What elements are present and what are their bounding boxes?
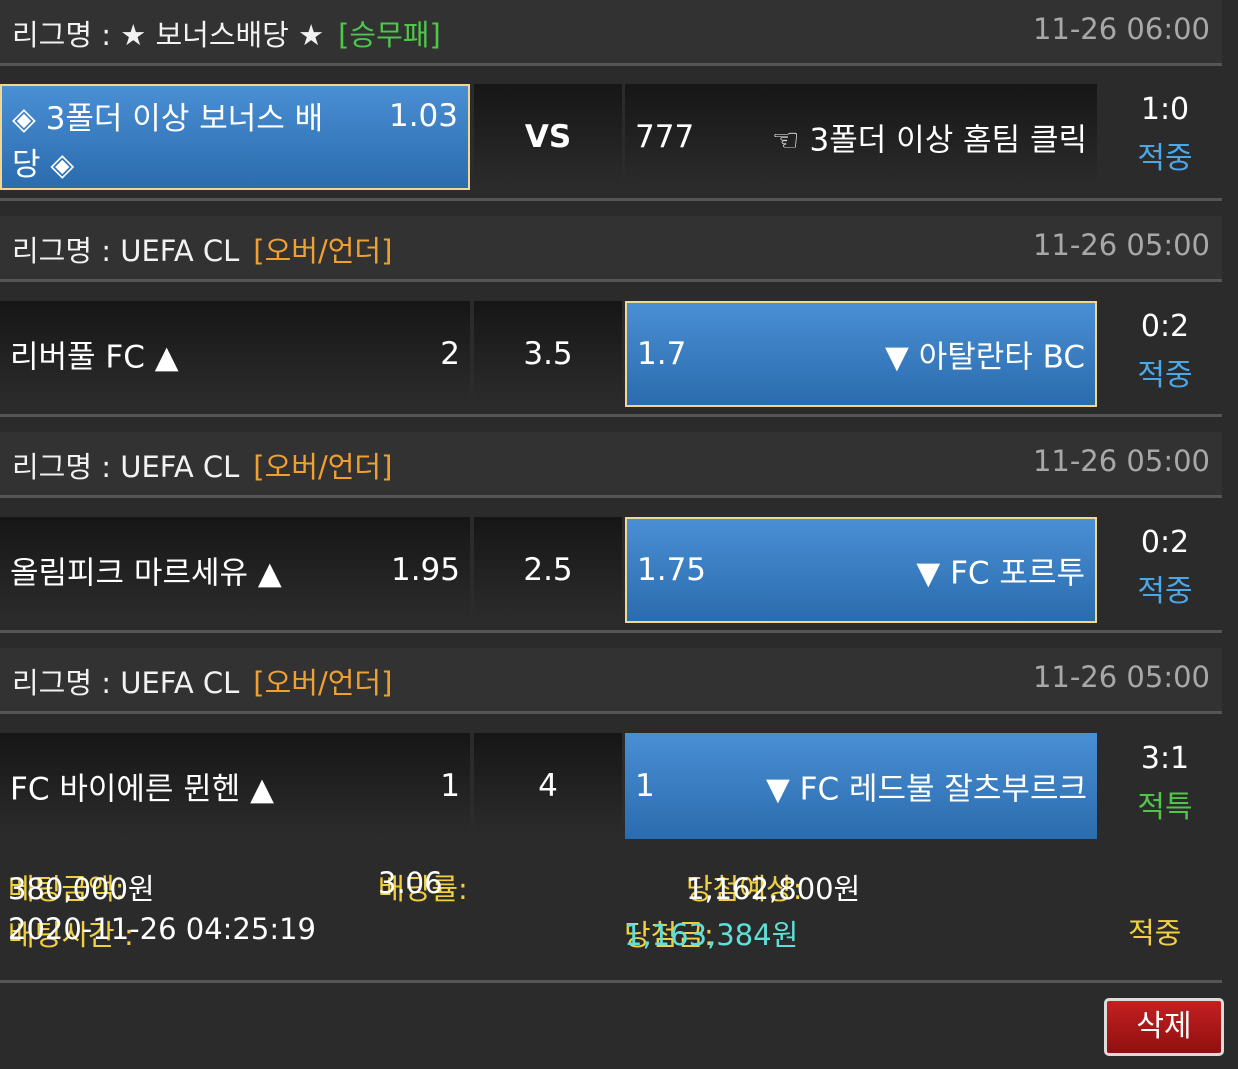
match-row: 리버풀 FC ▲ 2 3.5 1.7 ▼ 아탈란타 BC 0:2 적중 — [0, 301, 1222, 407]
match-time: 11-26 05:00 — [1032, 228, 1210, 262]
handicap-line: 4 — [538, 768, 558, 804]
home-team: 올림피크 마르세유 ▲ — [10, 555, 282, 592]
mid-cell[interactable]: VS — [474, 84, 622, 190]
score: 0:2 — [1140, 525, 1190, 560]
match-row: FC 바이에른 뮌헨 ▲ 1 4 1 ▼ FC 레드불 잘츠부르크 3:1 적특 — [0, 733, 1222, 839]
match-time: 11-26 06:00 — [1032, 12, 1210, 46]
league-header: 리그명 : ★ 보너스배당 ★ [승무패] 11-26 06:00 — [0, 0, 1222, 66]
away-pick[interactable]: 777 ☜ 3폴더 이상 홈팀 클릭 — [625, 84, 1097, 190]
home-pick[interactable]: FC 바이에른 뮌헨 ▲ 1 — [0, 733, 470, 839]
score: 1:0 — [1140, 92, 1190, 127]
mid-cell[interactable]: 4 — [474, 733, 622, 839]
home-pick[interactable]: 올림피크 마르세유 ▲ 1.95 — [0, 517, 470, 623]
away-pick[interactable]: 1.75 ▼ FC 포르투 — [625, 517, 1097, 623]
mid-cell[interactable]: 3.5 — [474, 301, 622, 407]
bet-type: [오버/언더] — [253, 450, 393, 484]
home-odd: 1.95 — [390, 552, 460, 588]
result-status: 적중 — [1137, 358, 1193, 393]
away-team: ▼ FC 포르투 — [916, 555, 1085, 592]
match-row: 올림피크 마르세유 ▲ 1.95 2.5 1.75 ▼ FC 포르투 0:2 적… — [0, 517, 1222, 623]
away-team: ▼ 아탈란타 BC — [885, 339, 1085, 376]
league-name: 리그명 : UEFA CL [오버/언더] — [12, 450, 393, 484]
divider — [0, 630, 1222, 633]
home-pick[interactable]: 리버풀 FC ▲ 2 — [0, 301, 470, 407]
result-status: 적특 — [1137, 790, 1193, 825]
home-team: ◈ 3폴더 이상 보너스 배당 ◈ — [12, 101, 324, 183]
away-odd: 1.7 — [637, 336, 687, 372]
mid-cell[interactable]: 2.5 — [474, 517, 622, 623]
bet-summary: 베팅금액: 380,000원 배당률: 3.06 당첨예상: 1,162,800… — [8, 866, 1182, 952]
home-pick[interactable]: ◈ 3폴더 이상 보너스 배당 ◈ 1.03 — [0, 84, 470, 190]
match-time: 11-26 05:00 — [1032, 660, 1210, 694]
home-odd: 2 — [440, 336, 460, 372]
away-odd: 777 — [635, 119, 695, 155]
match-row: ◈ 3폴더 이상 보너스 배당 ◈ 1.03 VS 777 ☜ 3폴더 이상 홈… — [0, 84, 1222, 190]
slip-result: 적중 — [1128, 916, 1182, 950]
league-name: 리그명 : UEFA CL [오버/언더] — [12, 234, 393, 268]
match-time: 11-26 05:00 — [1032, 444, 1210, 478]
bet-type: [승무패] — [338, 18, 441, 52]
away-team: ▼ FC 레드불 잘츠부르크 — [765, 771, 1087, 808]
home-odd: 1.03 — [388, 98, 458, 134]
bet-type: [오버/언더] — [253, 666, 393, 700]
home-team: FC 바이에른 뮌헨 ▲ — [10, 771, 274, 808]
away-odd: 1 — [635, 768, 655, 804]
score: 0:2 — [1140, 309, 1190, 344]
divider — [0, 198, 1222, 201]
away-pick[interactable]: 1 ▼ FC 레드불 잘츠부르크 — [625, 733, 1097, 839]
handicap-line: 3.5 — [523, 336, 573, 372]
league-name: 리그명 : ★ 보너스배당 ★ [승무패] — [12, 18, 441, 52]
result-status: 적중 — [1137, 574, 1193, 609]
divider — [0, 980, 1222, 983]
delete-button[interactable]: 삭제 — [1104, 998, 1224, 1056]
league-name: 리그명 : UEFA CL [오버/언더] — [12, 666, 393, 700]
divider — [0, 414, 1222, 417]
result: 0:2 적중 — [1110, 301, 1220, 394]
league-header: 리그명 : UEFA CL [오버/언더] 11-26 05:00 — [0, 216, 1222, 282]
result-status: 적중 — [1137, 141, 1193, 176]
away-pick[interactable]: 1.7 ▼ 아탈란타 BC — [625, 301, 1097, 407]
result: 1:0 적중 — [1110, 84, 1220, 177]
away-team: ☜ 3폴더 이상 홈팀 클릭 — [771, 122, 1087, 159]
bet-type: [오버/언더] — [253, 234, 393, 268]
score: 3:1 — [1140, 741, 1190, 776]
home-odd: 1 — [440, 768, 460, 804]
result: 3:1 적특 — [1110, 733, 1220, 826]
away-odd: 1.75 — [637, 552, 707, 588]
vs-label: VS — [524, 119, 572, 155]
handicap-line: 2.5 — [523, 552, 573, 588]
result: 0:2 적중 — [1110, 517, 1220, 610]
league-header: 리그명 : UEFA CL [오버/언더] 11-26 05:00 — [0, 432, 1222, 498]
league-header: 리그명 : UEFA CL [오버/언더] 11-26 05:00 — [0, 648, 1222, 714]
home-team: 리버풀 FC ▲ — [10, 339, 179, 376]
